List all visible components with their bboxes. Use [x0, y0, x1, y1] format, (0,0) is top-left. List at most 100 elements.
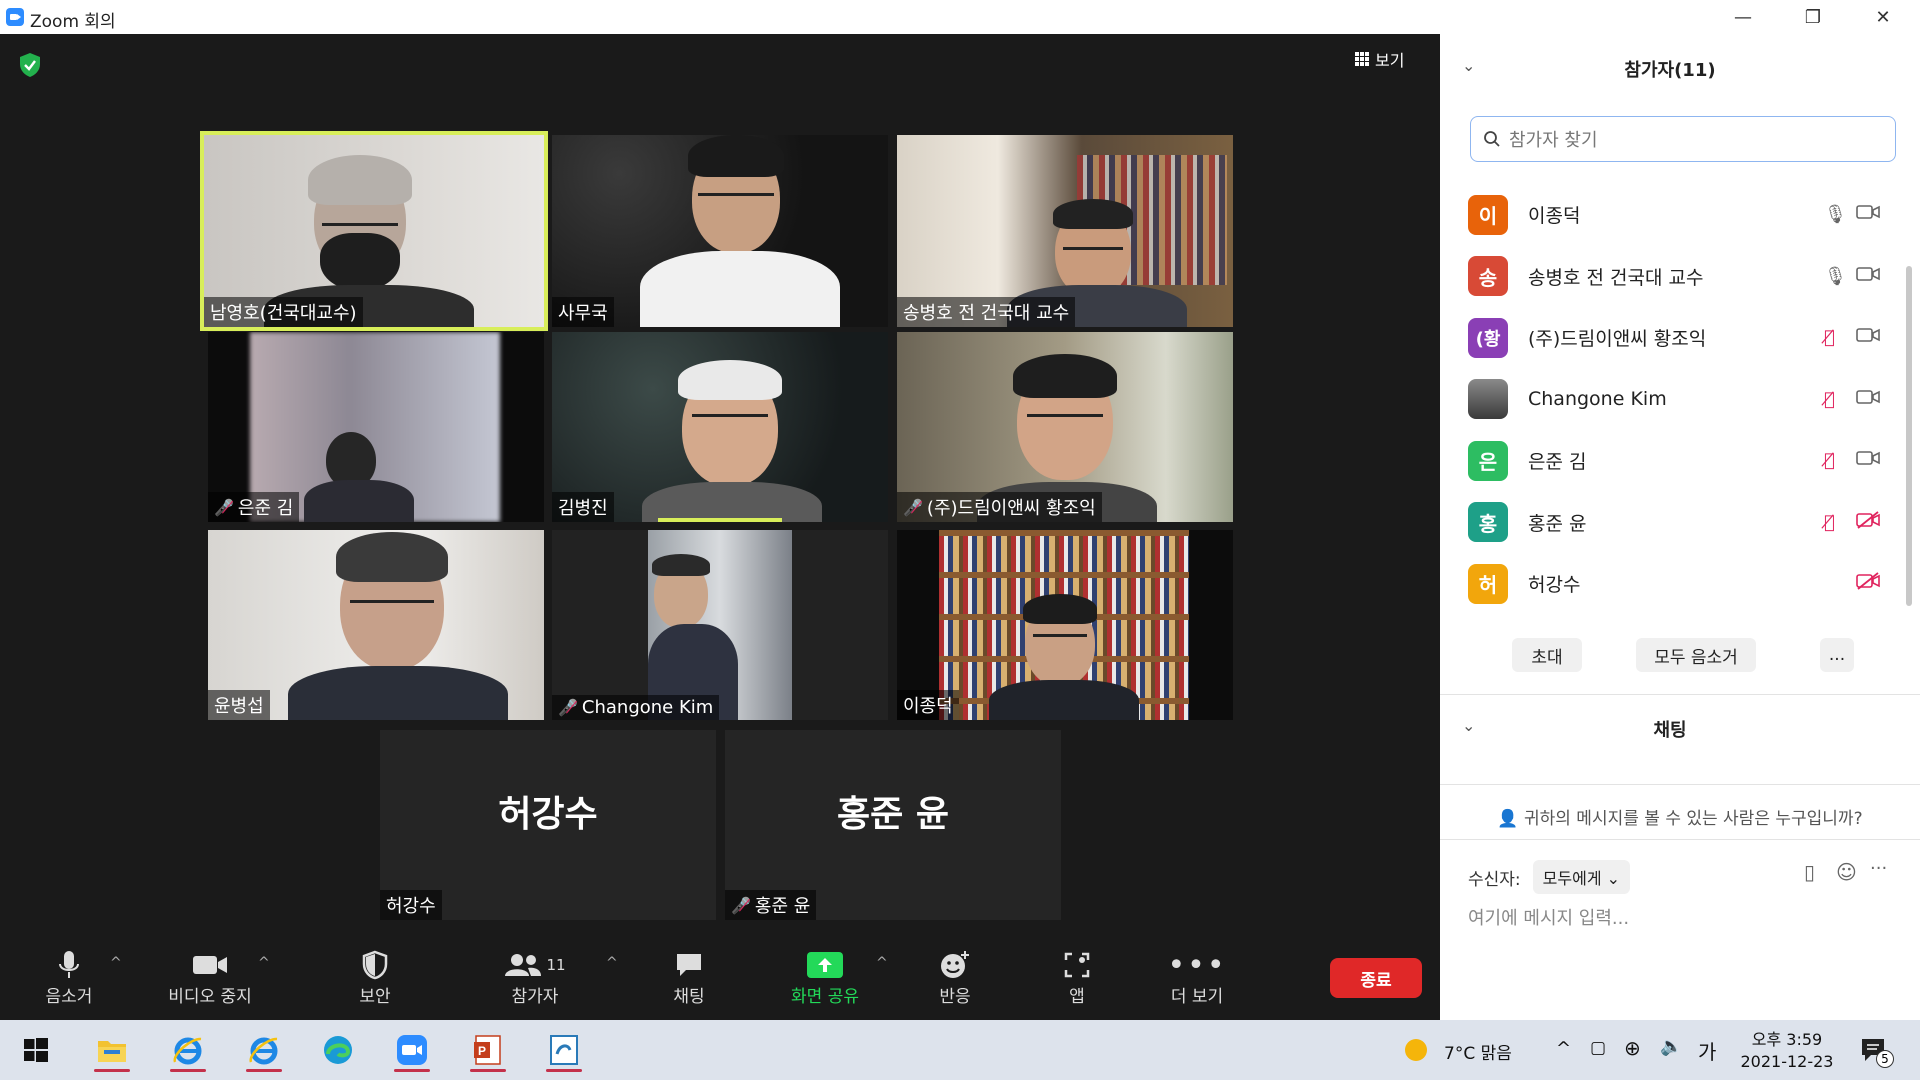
windows-start-icon[interactable] — [14, 1028, 58, 1072]
participants-label: 참가자 — [511, 987, 559, 1007]
clock-time[interactable]: 오후 3:59 — [1742, 1026, 1832, 1050]
video-off-icon[interactable] — [1856, 572, 1880, 595]
participant-row[interactable]: (황 (주)드림이앤씨 황조익 🎙̸ — [1440, 307, 1900, 369]
more-button[interactable]: ••• 더 보기 — [1166, 935, 1228, 1020]
reactions-button[interactable]: 반응 — [930, 935, 980, 1020]
video-tile-0[interactable]: 남영호(건국대교수) — [200, 131, 548, 331]
weather-sun-icon[interactable] — [1394, 1028, 1438, 1072]
video-camera-icon[interactable] — [1856, 327, 1880, 348]
who-can-see-link[interactable]: 👤 귀하의 메시지를 볼 수 있는 사람은 누구입니까? — [1440, 804, 1920, 829]
chat-title: 채팅 — [1653, 720, 1687, 741]
video-tile-1[interactable]: 사무국 — [552, 135, 888, 327]
microphone-muted-icon[interactable]: 🎙̸ — [1824, 327, 1835, 348]
mic-muted-icon: 🎤̸ — [903, 497, 923, 517]
tile-name-label: 남영호(건국대교수) — [204, 297, 363, 327]
ime-indicator[interactable]: 가 — [1698, 1036, 1716, 1065]
avatar-big-name: 허강수 — [498, 794, 598, 835]
apps-button[interactable]: 앱 — [1052, 935, 1102, 1020]
share-screen-button[interactable]: 화면 공유 — [780, 935, 870, 1020]
powerpoint-icon[interactable]: P — [466, 1028, 510, 1072]
stop-video-button[interactable]: 비디오 중지 — [160, 935, 260, 1020]
internet-explorer-icon[interactable] — [166, 1028, 210, 1072]
weather-text[interactable]: 7°C 맑음 — [1444, 1039, 1512, 1064]
participant-row[interactable]: 허 허강수 — [1440, 553, 1900, 615]
mute-all-button[interactable]: 모두 음소거 — [1636, 638, 1756, 672]
end-meeting-button[interactable]: 종료 — [1330, 958, 1422, 998]
chevron-up-icon[interactable]: ^ — [1556, 1038, 1571, 1059]
notification-count-badge: 5 — [1876, 1050, 1894, 1068]
chat-button[interactable]: 채팅 — [664, 935, 714, 1020]
participants-button[interactable]: 11 참가자 — [500, 935, 570, 1020]
participants-panel: ⌄ 참가자(11) 참가자 찾기 이 이종덕 🎙 송 송병호 전 건국대 교수 … — [1440, 34, 1920, 1020]
participant-row[interactable]: Changone Kim 🎙̸ — [1440, 369, 1900, 431]
video-tile-7[interactable]: 🎤̸ Changone Kim — [552, 530, 888, 720]
notification-icon[interactable]: 5 — [1852, 1028, 1896, 1072]
avatar-big-name: 홍준 윤 — [837, 794, 949, 835]
video-off-icon[interactable] — [1856, 511, 1880, 534]
participant-row[interactable]: 은 은준 김 🎙̸ — [1440, 430, 1900, 492]
mute-button[interactable]: 음소거 — [38, 935, 100, 1020]
tile-name-label: 🎤̸ 은준 김 — [208, 492, 300, 522]
video-camera-icon[interactable] — [1856, 266, 1880, 287]
close-button[interactable]: ✕ — [1848, 0, 1918, 34]
file-icon[interactable]: ▯ — [1804, 860, 1815, 884]
microphone-muted-icon[interactable]: 🎙̸ — [1824, 450, 1835, 471]
chat-message-input[interactable]: 여기에 메시지 입력... — [1468, 904, 1629, 930]
network-globe-icon[interactable]: ⊕ — [1624, 1036, 1641, 1060]
participants-options-caret-icon[interactable]: ^ — [606, 955, 618, 971]
video-camera-icon[interactable] — [1856, 389, 1880, 410]
grid-view-icon — [1355, 52, 1369, 66]
avatar-tile-1[interactable]: 홍준 윤 🎤̸ 홍준 윤 — [725, 730, 1061, 920]
restore-button[interactable]: ❐ — [1778, 0, 1848, 34]
video-tile-6[interactable]: 윤병섭 — [208, 530, 544, 720]
avatar-photo — [1468, 379, 1508, 420]
video-tile-4[interactable]: 김병진 — [552, 332, 888, 522]
more-dots-icon[interactable]: ··· — [1870, 858, 1887, 879]
avatar: 송 — [1468, 256, 1508, 297]
avatar-tile-0[interactable]: 허강수 허강수 — [380, 730, 716, 920]
security-button[interactable]: 보안 — [350, 935, 400, 1020]
share-options-caret-icon[interactable]: ^ — [876, 955, 888, 971]
view-button[interactable]: 보기 — [1355, 46, 1404, 72]
stop-video-label: 비디오 중지 — [168, 987, 252, 1007]
participant-name: 홍준 윤 — [1528, 512, 1587, 535]
edge-browser-icon[interactable] — [316, 1028, 360, 1072]
participants-scrollbar[interactable] — [1906, 266, 1912, 606]
tile-name-label: 사무국 — [552, 297, 614, 327]
microphone-icon[interactable]: 🎙 — [1824, 204, 1847, 225]
file-explorer-icon[interactable] — [90, 1028, 134, 1072]
participant-row[interactable]: 홍 홍준 윤 🎙̸ — [1440, 492, 1900, 554]
video-camera-icon[interactable] — [1856, 204, 1880, 225]
mic-muted-icon: 🎤̸ — [214, 497, 234, 517]
meet-now-icon[interactable]: ▢ — [1590, 1038, 1606, 1058]
tile-name-label: 김병진 — [552, 492, 614, 522]
avatar: (황 — [1468, 317, 1508, 358]
video-tile-8[interactable]: 이종덕 — [897, 530, 1233, 720]
invite-button[interactable]: 초대 — [1512, 638, 1582, 672]
participants-title: 참가자(11) — [1624, 60, 1716, 81]
participant-row[interactable]: 이 이종덕 🎙 — [1440, 184, 1900, 246]
zoom-taskbar-icon[interactable] — [390, 1028, 434, 1072]
video-camera-icon[interactable] — [1856, 450, 1880, 471]
microphone-muted-icon[interactable]: 🎙̸ — [1824, 389, 1835, 410]
internet-explorer-icon[interactable] — [242, 1028, 286, 1072]
video-tile-3[interactable]: 🎤̸ 은준 김 — [208, 332, 544, 522]
participant-search-input[interactable]: 참가자 찾기 — [1470, 116, 1896, 162]
hwp-document-icon[interactable] — [542, 1028, 586, 1072]
minimize-button[interactable]: — — [1708, 0, 1778, 34]
recipient-dropdown[interactable]: 모두에게 ⌄ — [1532, 860, 1631, 894]
security-label: 보안 — [359, 987, 391, 1007]
clock-date[interactable]: 2021-12-23 — [1730, 1052, 1844, 1071]
speaker-icon[interactable]: 🔈 — [1660, 1036, 1682, 1057]
microphone-muted-icon[interactable]: 🎙̸ — [1824, 512, 1835, 533]
video-tile-2[interactable]: 송병호 전 건국대 교수 — [897, 135, 1233, 327]
microphone-icon[interactable]: 🎙 — [1824, 266, 1847, 287]
audio-options-caret-icon[interactable]: ^ — [110, 955, 122, 971]
encryption-shield-icon[interactable] — [18, 52, 42, 78]
video-tile-5[interactable]: 🎤̸ (주)드림이앤씨 황조익 — [897, 332, 1233, 522]
more-options-button[interactable]: ... — [1820, 638, 1854, 672]
emoji-icon[interactable]: ☺ — [1836, 860, 1857, 884]
video-options-caret-icon[interactable]: ^ — [258, 955, 270, 971]
who-can-see-text: 귀하의 메시지를 볼 수 있는 사람은 누구입니까? — [1523, 809, 1863, 829]
participant-row[interactable]: 송 송병호 전 건국대 교수 🎙 — [1440, 246, 1900, 308]
